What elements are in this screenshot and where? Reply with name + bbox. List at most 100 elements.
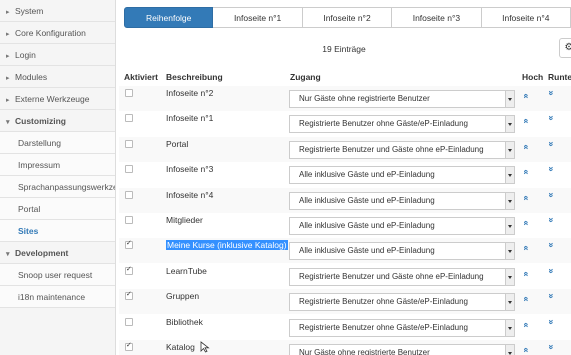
table-row: Gruppen Registrierte Benutzer ohne Gäste/… — [119, 289, 571, 315]
aktiviert-checkbox[interactable] — [125, 216, 133, 224]
zugang-select[interactable]: Registrierte Benutzer und Gäste ohne eP-… — [289, 140, 515, 159]
table-row: Bibliothek Registrierte Benutzer ohne Gäs… — [119, 315, 571, 340]
table-header: Aktiviert Beschreibung Zugang Hoch Runte… — [124, 72, 571, 84]
caret-right-icon: ▸ — [6, 31, 10, 38]
zugang-select[interactable]: Alle inklusive Gäste und eP-Einladung — [289, 217, 515, 235]
sidebar-item-i18n-maintenance[interactable]: i18n maintenance — [0, 286, 115, 308]
dropdown-arrow-icon — [505, 319, 514, 336]
row-description: Gruppen — [166, 291, 200, 302]
move-up-icon[interactable]: « — [522, 297, 532, 302]
gear-icon: ⚙ — [564, 42, 571, 53]
dropdown-arrow-icon — [505, 167, 514, 184]
zugang-select-value: Alle inklusive Gäste und eP-Einladung — [299, 170, 435, 180]
dropdown-arrow-icon — [505, 345, 514, 355]
sidebar-item-externe-werkzeuge[interactable]: ▸ Externe Werkzeuge — [0, 88, 115, 110]
table-row: Infoseite n°3 Alle inklusive Gäste und eP… — [119, 162, 571, 187]
move-up-icon[interactable]: « — [522, 195, 532, 200]
tab-infoseite-4[interactable]: Infoseite n°4 — [481, 7, 571, 28]
move-down-icon[interactable]: » — [547, 268, 557, 273]
move-down-icon[interactable]: » — [547, 116, 557, 121]
zugang-select-value: Alle inklusive Gäste und eP-Einladung — [299, 246, 435, 256]
caret-right-icon: ▸ — [6, 53, 10, 60]
sidebar-item-development[interactable]: ▾ Development — [0, 242, 115, 264]
move-up-icon[interactable]: « — [522, 119, 532, 124]
move-down-icon[interactable]: » — [547, 167, 557, 172]
move-down-icon[interactable]: » — [547, 243, 557, 248]
zugang-select[interactable]: Registrierte Benutzer ohne Gäste/eP-Einl… — [289, 318, 515, 337]
move-up-icon[interactable]: « — [522, 271, 532, 276]
sidebar-item-darstellung[interactable]: Darstellung — [0, 132, 115, 154]
aktiviert-checkbox[interactable] — [125, 239, 133, 250]
aktiviert-checkbox[interactable] — [125, 290, 133, 301]
table-row: Portal Registrierte Benutzer und Gäste oh… — [119, 136, 571, 162]
zugang-select[interactable]: Registrierte Benutzer ohne Gäste/eP-Einl… — [289, 293, 515, 312]
zugang-select[interactable]: Nur Gäste ohne registrierte Benutzer — [289, 90, 515, 108]
zugang-select[interactable]: Registrierte Benutzer und Gäste ohne eP-… — [289, 267, 515, 286]
move-up-icon[interactable]: « — [522, 246, 532, 251]
row-description: LearnTube — [166, 265, 207, 276]
aktiviert-checkbox[interactable] — [125, 341, 133, 351]
tab-infoseite-1[interactable]: Infoseite n°1 — [213, 7, 303, 28]
move-up-icon[interactable]: « — [522, 322, 532, 327]
move-down-icon[interactable]: » — [547, 141, 557, 146]
sidebar-item-snoop-user-request[interactable]: Snoop user request — [0, 264, 115, 286]
column-header-beschreibung: Beschreibung — [166, 72, 223, 82]
sidebar-item-sprachanpassungswerkzeug[interactable]: Sprachanpassungswerkzeug — [0, 176, 115, 198]
caret-down-icon: ▾ — [6, 251, 10, 258]
move-down-icon[interactable]: » — [547, 294, 557, 299]
caret-right-icon: ▸ — [6, 97, 10, 104]
zugang-select[interactable]: Nur Gäste ohne registrierte Benutzer — [289, 344, 515, 355]
tab-infoseite-3[interactable]: Infoseite n°3 — [392, 7, 482, 28]
zugang-select[interactable]: Alle inklusive Gäste und eP-Einladung — [289, 242, 515, 261]
settings-button[interactable]: ⚙ — [559, 38, 571, 58]
sidebar-item-impressum[interactable]: Impressum — [0, 154, 115, 176]
move-up-icon[interactable]: « — [522, 220, 532, 225]
sidebar-item-core-konfiguration[interactable]: ▸ Core Konfiguration — [0, 22, 115, 44]
move-down-icon[interactable]: » — [547, 90, 557, 95]
table-row: Meine Kurse (inklusive Katalog) Alle inkl… — [119, 238, 571, 264]
move-down-icon[interactable]: » — [547, 217, 557, 222]
row-description: Meine Kurse (inklusive Katalog) — [166, 240, 288, 251]
zugang-select-value: Registrierte Benutzer und Gäste ohne eP-… — [299, 271, 484, 281]
sidebar-item-login[interactable]: ▸ Login — [0, 44, 115, 66]
row-description: Portal — [166, 138, 189, 149]
zugang-select[interactable]: Registrierte Benutzer ohne Gäste/eP-Einl… — [289, 115, 515, 134]
dropdown-arrow-icon — [505, 116, 514, 133]
aktiviert-checkbox[interactable] — [125, 89, 133, 97]
column-header-runter: Runter — [548, 72, 571, 82]
row-description: Infoseite n°2 — [166, 88, 214, 98]
entry-count: 19 Einträge — [322, 44, 366, 54]
sidebar-item-customizing[interactable]: ▾ Customizing — [0, 110, 115, 132]
sidebar-item-sites[interactable]: Sites — [0, 220, 115, 242]
aktiviert-checkbox[interactable] — [125, 317, 133, 326]
move-up-icon[interactable]: « — [522, 93, 532, 98]
tab-reihenfolge[interactable]: Reihenfolge — [124, 7, 214, 28]
zugang-select-value: Alle inklusive Gäste und eP-Einladung — [299, 221, 435, 230]
dropdown-arrow-icon — [505, 218, 514, 234]
column-header-zugang: Zugang — [290, 72, 321, 82]
zugang-select-value: Registrierte Benutzer ohne Gäste/eP-Einl… — [299, 119, 468, 129]
move-up-icon[interactable]: « — [522, 144, 532, 149]
column-header-aktiviert: Aktiviert — [124, 72, 159, 82]
tab-bar: Reihenfolge Infoseite n°1 Infoseite n°2 … — [124, 7, 571, 28]
move-down-icon[interactable]: » — [547, 319, 557, 324]
sidebar-item-system[interactable]: ▸ System — [0, 0, 115, 22]
zugang-select[interactable]: Alle inklusive Gäste und eP-Einladung — [289, 191, 515, 210]
column-header-hoch: Hoch — [522, 72, 544, 82]
aktiviert-checkbox[interactable] — [125, 165, 133, 174]
tab-infoseite-2[interactable]: Infoseite n°2 — [302, 7, 393, 28]
move-down-icon[interactable]: » — [547, 192, 557, 197]
aktiviert-checkbox[interactable] — [125, 190, 133, 199]
sidebar-item-modules[interactable]: ▸ Modules — [0, 66, 115, 88]
sidebar-item-portal[interactable]: Portal — [0, 198, 115, 220]
zugang-select[interactable]: Alle inklusive Gäste und eP-Einladung — [289, 166, 515, 185]
aktiviert-checkbox[interactable] — [125, 265, 133, 275]
move-up-icon[interactable]: « — [522, 170, 532, 175]
move-up-icon[interactable]: « — [522, 347, 532, 352]
aktiviert-checkbox[interactable] — [125, 139, 133, 148]
dropdown-arrow-icon — [505, 91, 514, 107]
aktiviert-checkbox[interactable] — [125, 114, 133, 123]
table-row: Katalog Nur Gäste ohne registrierte Benut… — [119, 340, 571, 355]
table-row: Infoseite n°4 Alle inklusive Gäste und eP… — [119, 187, 571, 213]
move-down-icon[interactable]: » — [547, 344, 557, 349]
